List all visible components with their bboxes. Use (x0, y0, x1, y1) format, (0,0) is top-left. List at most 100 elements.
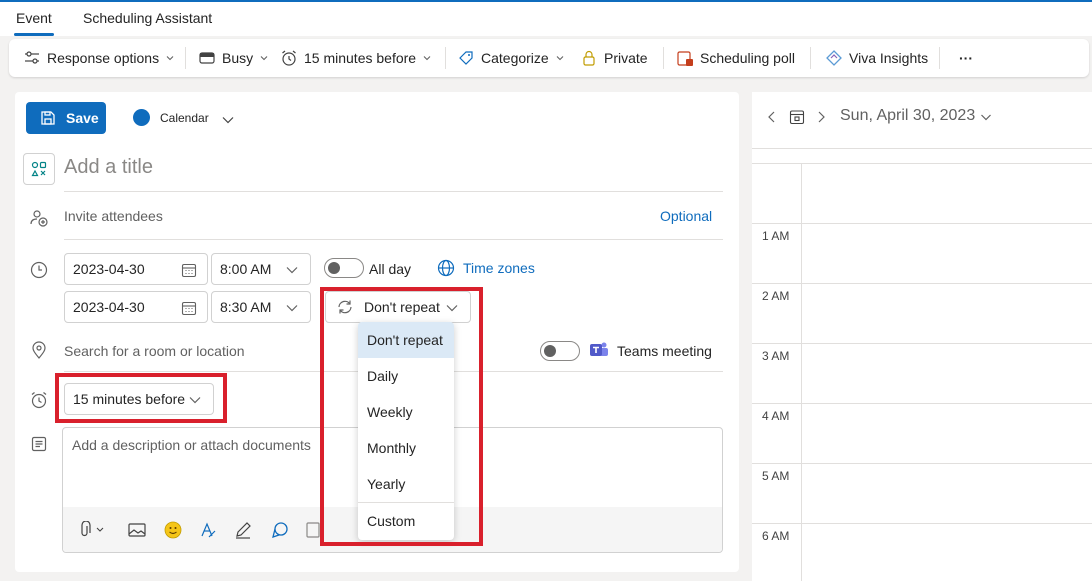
calendar-date-picker[interactable]: Sun, April 30, 2023 (840, 107, 975, 125)
sliders-icon (25, 51, 39, 64)
chevron-down-icon (286, 305, 298, 312)
ribbon-divider (445, 47, 446, 69)
format-text-icon[interactable] (197, 519, 219, 541)
location-input[interactable]: Search for a room or location (64, 343, 245, 359)
hour-label: 3 AM (762, 349, 790, 363)
invite-attendees-input[interactable]: Invite attendees (64, 208, 163, 224)
calendar-header: Sun, April 30, 2023 (752, 92, 1092, 148)
hour-line (752, 523, 1092, 524)
attach-icon[interactable] (77, 519, 109, 541)
chevron-right-icon[interactable] (814, 110, 828, 124)
hour-line (752, 463, 1092, 464)
tab-scheduling-assistant[interactable]: Scheduling Assistant (83, 10, 212, 26)
end-time-value: 8:30 AM (220, 299, 272, 315)
hour-label: 1 AM (762, 229, 790, 243)
reminder-button[interactable]: 15 minutes before (280, 39, 438, 77)
more-options-button[interactable]: ··· (959, 39, 973, 77)
toggle-knob (544, 345, 556, 357)
hour-label: 6 AM (762, 529, 790, 543)
clock-icon (27, 258, 51, 282)
insert-image-icon[interactable] (126, 519, 148, 541)
title-input[interactable]: Add a title (64, 156, 153, 179)
start-date-value: 2023-04-30 (73, 261, 145, 277)
chevron-down-icon (556, 56, 564, 61)
ribbon-divider (185, 47, 186, 69)
status-icon (199, 52, 215, 64)
private-button[interactable]: Private (580, 39, 648, 77)
all-day-toggle[interactable] (324, 258, 364, 278)
response-options-button[interactable]: Response options (23, 39, 181, 77)
start-time-value: 8:00 AM (220, 261, 272, 277)
hour-line (752, 163, 1092, 164)
chevron-down-icon (286, 267, 298, 274)
active-tab-indicator (14, 33, 54, 36)
ribbon-divider (939, 47, 940, 69)
end-date-value: 2023-04-30 (73, 299, 145, 315)
tag-icon (459, 51, 473, 65)
start-date-picker[interactable]: 2023-04-30 (64, 253, 208, 285)
save-button[interactable]: Save (26, 102, 106, 134)
scheduling-poll-button[interactable]: Scheduling poll (676, 39, 795, 77)
lock-icon (583, 50, 595, 66)
toggle-knob (328, 262, 340, 274)
teams-meeting-toggle[interactable] (540, 341, 580, 361)
tab-event[interactable]: Event (16, 10, 52, 26)
calendar-icon (181, 301, 197, 316)
busy-label: Busy (222, 50, 254, 66)
teams-icon (590, 342, 608, 356)
today-icon[interactable] (788, 108, 806, 126)
chevron-down-icon (260, 56, 268, 61)
busy-status-button[interactable]: Busy (198, 39, 275, 77)
calendar-selector[interactable]: Calendar (160, 111, 209, 125)
highlight-box-reminder (55, 373, 227, 423)
teams-meeting-label: Teams meeting (617, 343, 712, 359)
time-column-divider (801, 163, 802, 581)
response-options-label: Response options (47, 50, 160, 66)
optional-attendees-link[interactable]: Optional (660, 208, 712, 224)
categorize-button[interactable]: Categorize (457, 39, 571, 77)
hour-line (752, 343, 1092, 344)
emoji-icon[interactable] (162, 519, 184, 541)
calendar-icon (181, 263, 197, 278)
loop-icon[interactable] (269, 519, 291, 541)
chevron-down-icon (166, 56, 174, 61)
tab-bar: Event Scheduling Assistant (0, 2, 1092, 36)
end-time-picker[interactable]: 8:30 AM (211, 291, 311, 323)
add-people-icon (27, 206, 51, 230)
globe-icon[interactable] (436, 258, 456, 278)
hour-label: 2 AM (762, 289, 790, 303)
viva-icon (826, 50, 842, 66)
event-type-icon (31, 161, 47, 177)
alarm-clock-icon (27, 388, 51, 412)
chevron-left-icon[interactable] (765, 110, 779, 124)
time-zones-link[interactable]: Time zones (463, 260, 535, 276)
hour-line (752, 283, 1092, 284)
hour-label: 4 AM (762, 409, 790, 423)
hour-label: 5 AM (762, 469, 790, 483)
pen-icon[interactable] (232, 519, 254, 541)
save-icon (41, 111, 55, 125)
hour-line (752, 403, 1092, 404)
calendar-color-dot (133, 109, 150, 126)
viva-insights-label: Viva Insights (849, 50, 929, 66)
reminder-label: 15 minutes before (304, 50, 417, 66)
save-label: Save (66, 110, 99, 126)
divider (64, 239, 723, 240)
day-calendar-view: Sun, April 30, 2023 1 AM 2 AM 3 AM 4 AM … (752, 92, 1092, 581)
start-time-picker[interactable]: 8:00 AM (211, 253, 311, 285)
chevron-down-icon[interactable] (979, 110, 993, 124)
highlight-box-repeat (320, 287, 483, 546)
viva-insights-button[interactable]: Viva Insights (825, 39, 928, 77)
end-date-picker[interactable]: 2023-04-30 (64, 291, 208, 323)
all-day-label: All day (369, 261, 412, 277)
divider (64, 191, 723, 192)
alarm-clock-icon (282, 50, 296, 66)
location-pin-icon (27, 338, 51, 362)
title-icon-box (23, 153, 55, 185)
private-label: Private (604, 50, 648, 66)
ribbon-divider (810, 47, 811, 69)
ribbon-divider (663, 47, 664, 69)
chevron-down-icon[interactable] (220, 112, 236, 128)
chevron-down-icon (423, 56, 431, 61)
ribbon-toolbar: Response options Busy 15 minutes before … (9, 39, 1089, 77)
